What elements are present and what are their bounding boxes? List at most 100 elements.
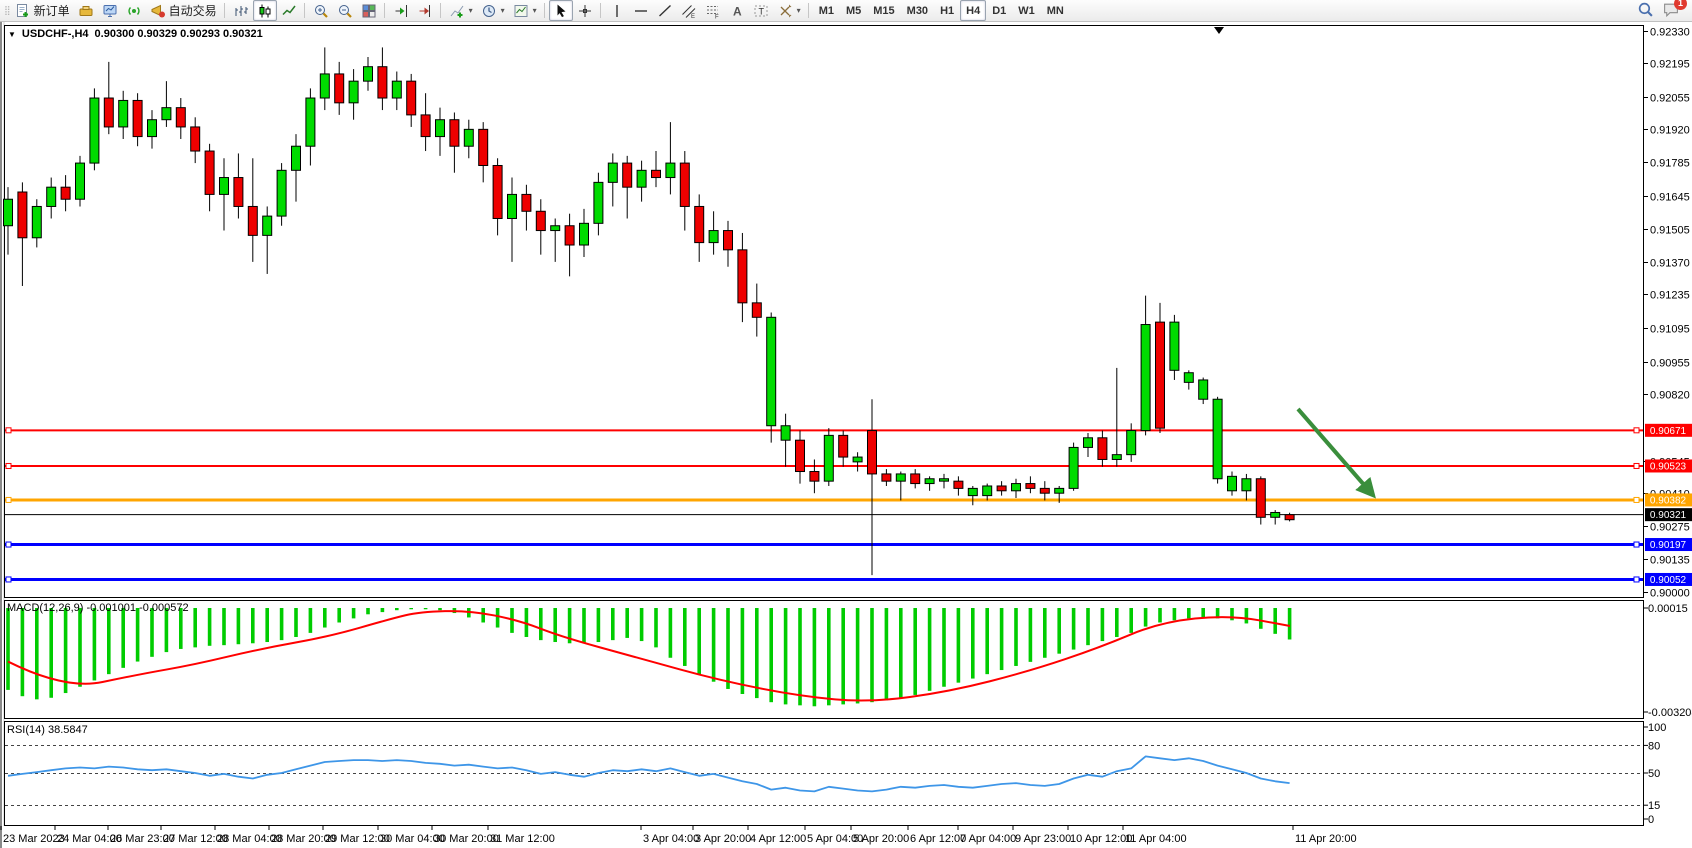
- auto-trading-label: 自动交易: [169, 2, 217, 19]
- zoom-out-icon: [337, 3, 353, 19]
- trendline-button[interactable]: [653, 0, 677, 21]
- period-caret-icon[interactable]: ▾: [501, 6, 505, 15]
- timeframe-label: MN: [1045, 5, 1066, 17]
- svg-text:0.90052: 0.90052: [1650, 575, 1687, 586]
- svg-text:0.90000: 0.90000: [1650, 588, 1690, 600]
- svg-text:0: 0: [1648, 814, 1654, 826]
- arrows-button[interactable]: ▾: [773, 0, 805, 21]
- candlestick-chart-icon: [257, 3, 273, 19]
- hline-handle-left[interactable]: [6, 577, 11, 582]
- market-watch-button[interactable]: [98, 0, 122, 21]
- svg-text:0.90321: 0.90321: [1650, 510, 1687, 521]
- hline-handle-right[interactable]: [1634, 542, 1639, 547]
- template-button[interactable]: ▾: [509, 0, 541, 21]
- new-order-button[interactable]: 新订单: [11, 0, 74, 21]
- svg-text:0.90275: 0.90275: [1650, 522, 1690, 534]
- auto-trading-icon: [150, 3, 166, 19]
- toolbar-group-cursor: [549, 0, 597, 22]
- hline-handle-right[interactable]: [1634, 577, 1639, 582]
- add-indicator-caret-icon[interactable]: ▾: [469, 6, 473, 15]
- timeframe-button-M15[interactable]: M15: [867, 0, 900, 21]
- hline-handle-left[interactable]: [6, 428, 11, 433]
- zoom-in-icon: [313, 3, 329, 19]
- line-chart-button[interactable]: [277, 0, 301, 21]
- toolbar-separator: [544, 3, 545, 18]
- arrows-caret-icon[interactable]: ▾: [797, 6, 801, 15]
- fibonacci-button[interactable]: F: [701, 0, 725, 21]
- timeframe-button-M30[interactable]: M30: [901, 0, 934, 21]
- price-tag-0.90671: 0.90671: [1645, 424, 1692, 437]
- auto-trading-button[interactable]: 自动交易: [146, 0, 221, 21]
- timeframe-button-M1[interactable]: M1: [813, 0, 840, 21]
- timeframe-button-M5[interactable]: M5: [840, 0, 867, 21]
- timeframe-button-MN[interactable]: MN: [1041, 0, 1070, 21]
- svg-text:E: E: [691, 14, 695, 19]
- add-indicator-button[interactable]: ▾: [445, 0, 477, 21]
- new-order-label: 新订单: [34, 2, 70, 19]
- timeframe-button-W1[interactable]: W1: [1012, 0, 1041, 21]
- auto-scroll-button[interactable]: [389, 0, 413, 21]
- bar-chart-button[interactable]: [229, 0, 253, 21]
- hline-handle-right[interactable]: [1634, 463, 1639, 468]
- toolbar-separator: [808, 3, 809, 18]
- chart-shift-button[interactable]: [413, 0, 437, 21]
- tile-windows-button[interactable]: [357, 0, 381, 21]
- channel-button[interactable]: E: [677, 0, 701, 21]
- svg-text:0.90820: 0.90820: [1650, 390, 1690, 402]
- arrows-icon: [777, 3, 793, 19]
- toolbar-separator: [384, 3, 385, 18]
- text-button[interactable]: A: [725, 0, 749, 21]
- hline-handle-right[interactable]: [1634, 497, 1639, 502]
- svg-text:0.90197: 0.90197: [1650, 540, 1687, 551]
- svg-text:3 Apr 04:00: 3 Apr 04:00: [643, 833, 699, 845]
- navigator-icon: [78, 3, 94, 19]
- svg-text:0.00015: 0.00015: [1648, 603, 1688, 615]
- search-icon[interactable]: [1637, 1, 1654, 21]
- svg-text:3 Apr 20:00: 3 Apr 20:00: [695, 833, 751, 845]
- crosshair-button[interactable]: [573, 0, 597, 21]
- toolbar-separator: [440, 3, 441, 18]
- candlestick-chart-button[interactable]: [253, 0, 277, 21]
- svg-text:0.91370: 0.91370: [1650, 258, 1690, 270]
- svg-text:0.90955: 0.90955: [1650, 358, 1690, 370]
- svg-text:23 Mar 2023: 23 Mar 2023: [3, 833, 65, 845]
- chart-canvas[interactable]: 0.923300.921950.920550.919200.917850.916…: [0, 0, 1692, 848]
- new-order-icon: [15, 3, 31, 19]
- hline-handle-left[interactable]: [6, 463, 11, 468]
- auto-scroll-icon: [393, 3, 409, 19]
- svg-text:0.90382: 0.90382: [1650, 495, 1687, 506]
- period-button[interactable]: ▾: [477, 0, 509, 21]
- hline-handle-right[interactable]: [1634, 428, 1639, 433]
- timeframe-button-H1[interactable]: H1: [934, 0, 960, 21]
- timeframe-button-D1[interactable]: D1: [986, 0, 1012, 21]
- vertical-line-button[interactable]: [605, 0, 629, 21]
- hline-handle-left[interactable]: [6, 497, 11, 502]
- svg-text:7 Apr 04:00: 7 Apr 04:00: [960, 833, 1016, 845]
- market-watch-icon: [102, 3, 118, 19]
- signals-button[interactable]: [122, 0, 146, 21]
- timeframe-button-H4[interactable]: H4: [960, 0, 986, 21]
- notifications-button[interactable]: 1: [1662, 1, 1680, 21]
- toolbar-group-zoom: [309, 0, 381, 22]
- text-label-button[interactable]: T: [749, 0, 773, 21]
- period-clock-icon: [481, 3, 497, 19]
- svg-text:0.92195: 0.92195: [1650, 59, 1690, 71]
- zoom-out-button[interactable]: [333, 0, 357, 21]
- cursor-button[interactable]: [549, 0, 573, 21]
- zoom-in-button[interactable]: [309, 0, 333, 21]
- svg-text:31 Mar 12:00: 31 Mar 12:00: [490, 833, 555, 845]
- navigator-button[interactable]: [74, 0, 98, 21]
- svg-text:0.92055: 0.92055: [1650, 93, 1690, 105]
- hline-handle-left[interactable]: [6, 542, 11, 547]
- svg-text:0.91785: 0.91785: [1650, 158, 1690, 170]
- signals-icon: [126, 3, 142, 19]
- main-toolbar: ⣿ 新订单 自动交易: [0, 0, 1692, 22]
- horizontal-line-button[interactable]: [629, 0, 653, 21]
- svg-text:10 Apr 12:00: 10 Apr 12:00: [1070, 833, 1132, 845]
- svg-text:15: 15: [1648, 800, 1660, 812]
- line-chart-icon: [281, 3, 297, 19]
- price-tag-0.90052: 0.90052: [1645, 573, 1692, 586]
- template-caret-icon[interactable]: ▾: [533, 6, 537, 15]
- bar-chart-icon: [233, 3, 249, 19]
- svg-text:100: 100: [1648, 722, 1666, 734]
